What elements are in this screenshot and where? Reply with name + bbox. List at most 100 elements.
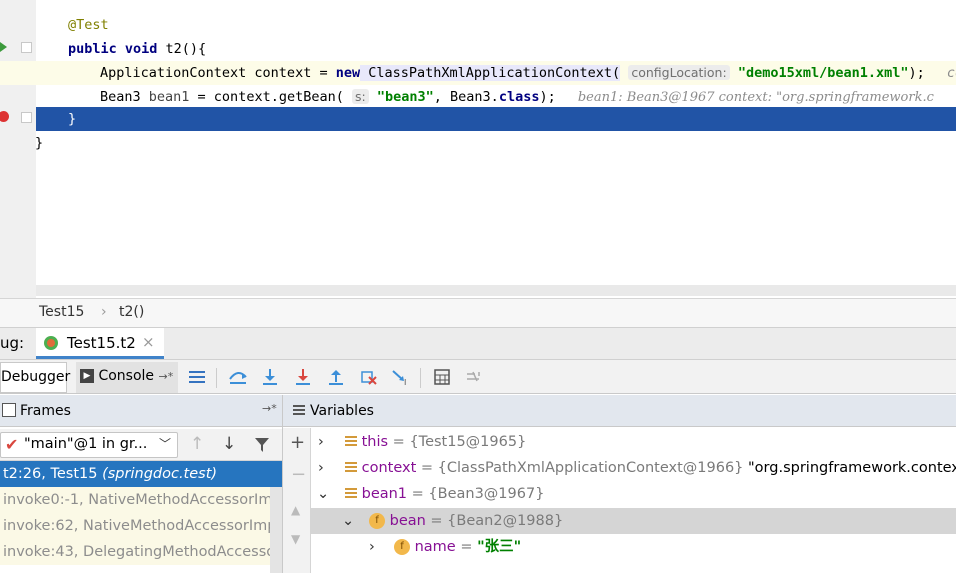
inline-debug-values: bean1: Bean3@1967 context: "org.springfr… <box>577 90 934 105</box>
frame-item[interactable]: invoke:43, DelegatingMethodAccesso <box>0 539 282 565</box>
pin-icon[interactable]: →* <box>158 370 173 383</box>
code-line-context: ApplicationContext context = new ClassPa… <box>0 61 956 85</box>
code-line-method: public void t2(){ <box>0 37 956 61</box>
line1-end: ); <box>908 65 925 81</box>
debug-session-label: Test15.t2 <box>67 334 136 352</box>
object-icon <box>345 436 357 448</box>
collapse-chevron-icon[interactable]: ⌄ <box>342 508 354 534</box>
debug-label: ug: <box>0 334 25 352</box>
closing-brace: } <box>68 111 77 127</box>
frames-icon <box>2 403 16 417</box>
variable-value: = {Test15@1965} <box>388 434 527 450</box>
annotation-text: @Test <box>68 17 109 33</box>
variable-name: bean <box>389 513 426 529</box>
debug-session-tab[interactable]: Test15.t2 × <box>36 328 164 359</box>
step-into-icon[interactable] <box>259 366 281 388</box>
param-hint-s: s: <box>352 89 369 104</box>
code-line-class-close: } <box>0 131 956 155</box>
variable-value: = {Bean2@1988} <box>425 513 564 529</box>
move-down-icon[interactable]: ▼ <box>291 532 300 546</box>
expand-chevron-icon[interactable]: › <box>318 429 324 455</box>
frame-item-selected[interactable]: t2:26, Test15 (springdoc.test) <box>0 461 282 487</box>
field-icon: f <box>369 513 385 529</box>
frame-label: invoke0:-1, NativeMethodAccessorImp <box>3 492 282 508</box>
frame-item[interactable]: invoke:62, NativeMethodAccessorImp <box>0 513 282 539</box>
variable-name: name <box>414 539 456 555</box>
thread-selector[interactable]: ✔ "main"@1 in gr... ﹀ <box>0 432 178 458</box>
console-icon: ▶ <box>80 369 94 383</box>
class-reference: ClassPathXmlApplicationContext( <box>360 65 621 81</box>
force-step-into-icon[interactable] <box>292 366 314 388</box>
console-tab-label: Console <box>98 368 155 384</box>
bean1-var: bean1 <box>148 89 190 105</box>
frame-item[interactable]: invoke0:-1, NativeMethodAccessorImp <box>0 487 282 513</box>
code-line-annotation: @Test <box>0 13 956 37</box>
variable-row-name[interactable]: › f name = "张三" <box>311 534 956 560</box>
breadcrumb-class[interactable]: Test15 <box>39 304 84 320</box>
object-icon <box>345 462 357 474</box>
variable-value: = <box>455 539 478 555</box>
debugger-tab-label: Debugger <box>1 369 71 385</box>
variable-row-this[interactable]: › this = {Test15@1965} <box>311 429 956 455</box>
variable-value: = {ClassPathXmlApplicationContext@1966} <box>416 460 749 476</box>
breadcrumb-method[interactable]: t2() <box>119 304 144 320</box>
variable-name: context <box>361 460 417 476</box>
expand-chevron-icon[interactable]: › <box>369 534 375 560</box>
code-editor[interactable]: @Test public void t2(){ ApplicationConte… <box>0 0 956 298</box>
variable-row-context[interactable]: › context = {ClassPathXmlApplicationCont… <box>311 455 956 481</box>
show-execution-point-icon[interactable] <box>186 366 208 388</box>
remove-watch-icon[interactable]: − <box>291 464 306 485</box>
variable-row-bean[interactable]: ⌄ f bean = {Bean2@1988} <box>311 508 956 534</box>
bean3-type: Bean3 <box>100 89 149 105</box>
variable-name: this <box>361 434 389 450</box>
frame-up-icon[interactable]: ↑ <box>190 434 204 454</box>
code-line-getbean: Bean3 bean1 = context.getBean( s: "bean3… <box>0 85 956 109</box>
variables-header: Variables <box>283 395 956 427</box>
trace-stream-icon[interactable] <box>463 366 485 388</box>
variable-name: bean1 <box>361 486 408 502</box>
fold-end-icon[interactable] <box>21 112 32 123</box>
step-out-icon[interactable] <box>325 366 347 388</box>
breadcrumb: Test15 › t2() <box>0 298 956 327</box>
thread-check-icon: ✔ <box>5 435 19 454</box>
variable-value: = {Bean3@1967} <box>407 486 545 502</box>
add-watch-icon[interactable]: + <box>290 432 305 453</box>
class-ref: , Bean3. <box>433 89 499 105</box>
run-to-cursor-icon[interactable]: I <box>390 366 412 388</box>
frames-header: Frames →* <box>0 395 282 427</box>
frame-down-icon[interactable]: ↓ <box>222 434 236 454</box>
getbean-call: = context.getBean( <box>189 89 344 105</box>
line2-end: ); <box>539 89 556 105</box>
line1-trailing-hint: con <box>946 65 956 81</box>
debugger-tab[interactable]: Debugger <box>0 362 71 393</box>
horizontal-scrollbar[interactable] <box>36 285 956 296</box>
evaluate-expression-icon[interactable] <box>431 366 453 388</box>
step-over-icon[interactable] <box>227 366 249 388</box>
frames-pin-icon[interactable]: →* <box>262 402 277 415</box>
debugger-toolbar: Debugger ▶ Console →* I <box>0 359 956 394</box>
variable-row-bean1[interactable]: ⌄ bean1 = {Bean3@1967} <box>311 481 956 507</box>
frames-panel: Frames →* ✔ "main"@1 in gr... ﹀ ↑ ↓ t2:2… <box>0 395 283 573</box>
frames-scrollbar[interactable] <box>270 487 282 573</box>
method-keywords: public void <box>68 41 158 57</box>
move-up-icon[interactable]: ▲ <box>291 503 300 517</box>
field-icon: f <box>394 539 410 555</box>
class-closing-brace: } <box>35 135 44 151</box>
breadcrumb-separator: › <box>101 304 107 320</box>
frame-label: invoke:43, DelegatingMethodAccesso <box>3 544 276 560</box>
debug-tool-window-header: ug: Test15.t2 × <box>0 327 956 359</box>
new-keyword: new <box>335 65 361 81</box>
method-name: t2(){ <box>157 41 207 57</box>
collapse-chevron-icon[interactable]: ⌄ <box>317 481 329 507</box>
frame-label: t2:26, Test15 <box>3 466 103 482</box>
expand-chevron-icon[interactable]: › <box>318 455 324 481</box>
test-run-icon <box>44 336 58 350</box>
filter-icon[interactable] <box>254 437 270 453</box>
close-tab-icon[interactable]: × <box>142 333 155 351</box>
variables-icon <box>293 405 305 416</box>
drop-frame-icon[interactable] <box>358 366 380 388</box>
console-tab[interactable]: ▶ Console →* <box>76 362 178 393</box>
thread-selector-value: "main"@1 in gr... <box>24 436 148 452</box>
variable-string-value: "张三" <box>477 539 522 555</box>
frame-package: (springdoc.test) <box>102 466 218 482</box>
